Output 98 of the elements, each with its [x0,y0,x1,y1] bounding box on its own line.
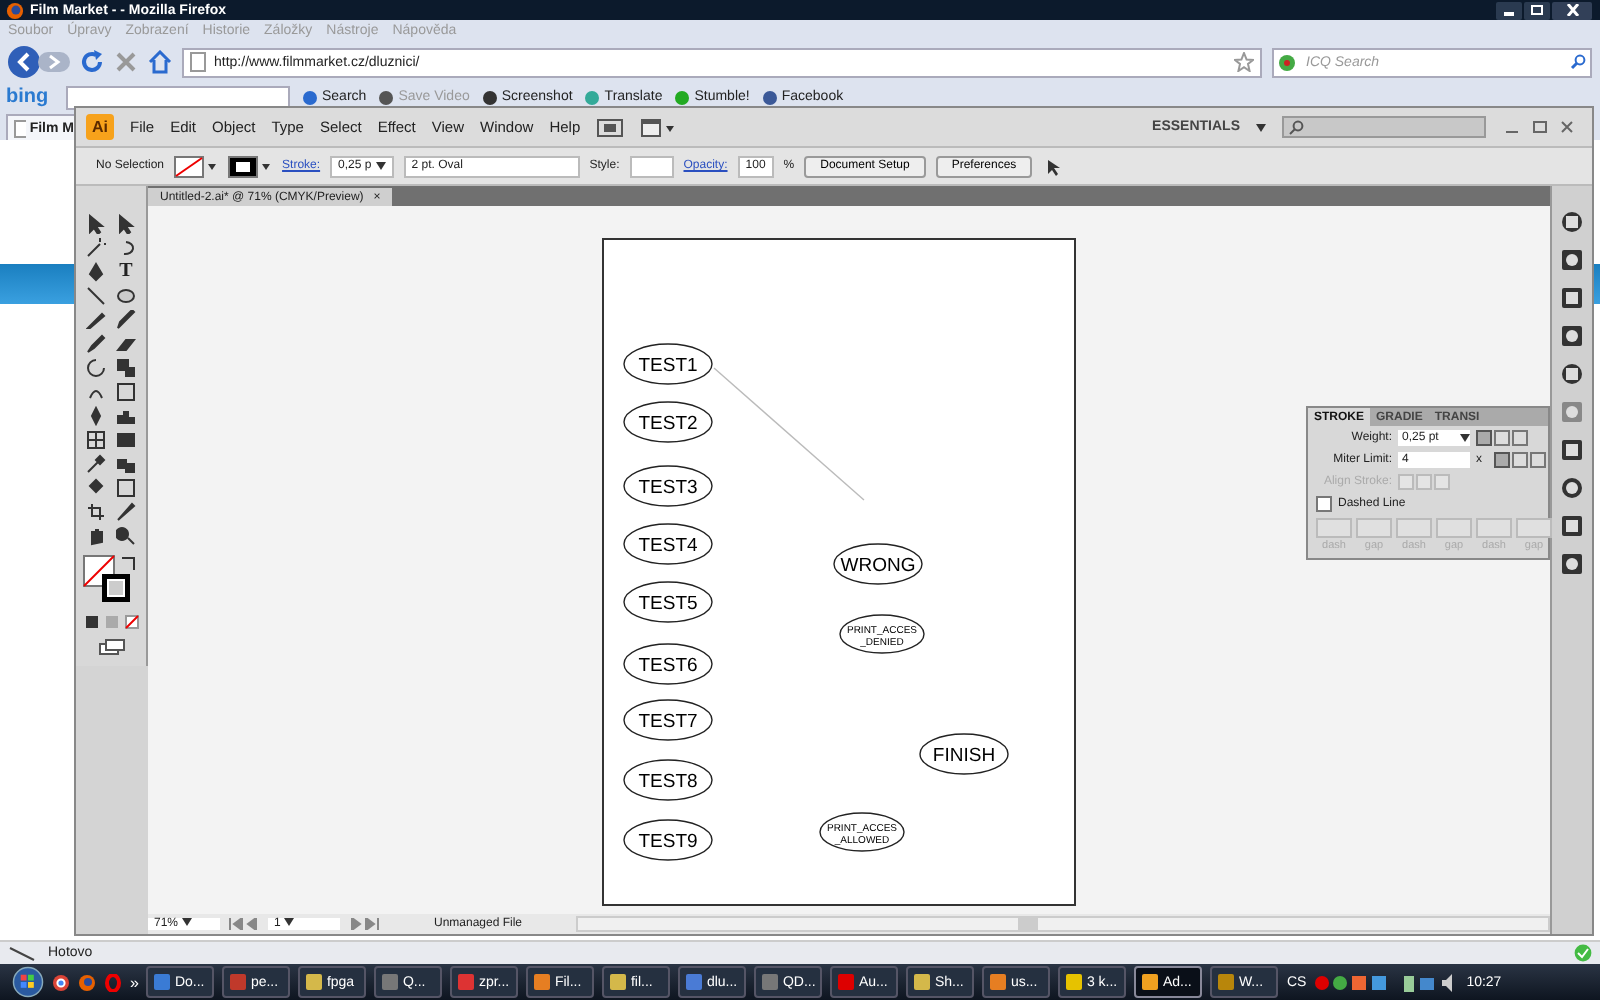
app-icon [990,974,1007,990]
firefox-icon [6,1,24,19]
dash-field[interactable] [1476,518,1512,538]
caret-icon[interactable] [178,918,193,926]
line-icon[interactable] [86,286,106,306]
fill-stroke-swatches[interactable] [81,554,141,606]
diagram-node: TEST3 [623,465,713,507]
illustrator-logo: Ai [86,114,114,140]
app-icon [838,974,855,990]
rotate-icon[interactable] [86,358,106,378]
search-field[interactable] [1282,116,1486,138]
screen-mode-icon[interactable] [97,638,125,656]
pen-icon[interactable] [86,262,106,282]
video-icon [378,89,395,105]
magnifier-icon[interactable] [116,526,136,546]
dash-field[interactable] [1316,518,1352,538]
search-icon [302,89,318,105]
eraser-icon[interactable] [116,334,136,354]
diagram-node: TEST1 [623,343,713,385]
minimize-button[interactable] [1496,1,1522,19]
search-field[interactable] [66,85,290,109]
dash-field[interactable] [1516,518,1552,538]
app-icon [382,974,399,990]
diagram-node: TEST8 [623,759,713,801]
app-icon [306,974,323,990]
blob-brush-icon[interactable] [86,334,106,354]
diagram-node: WRONG [833,543,923,585]
color-mode-icons[interactable] [83,614,139,630]
caret-icon[interactable] [280,918,295,926]
check-icon [1574,944,1592,962]
camera-icon [481,89,498,105]
app-icon [534,974,551,990]
arrow-icon[interactable] [86,214,106,234]
home-icon[interactable] [148,50,172,74]
eyedropper-icon[interactable] [86,454,106,474]
opera-icon[interactable] [104,973,122,991]
facebook-icon [761,89,778,105]
close-icon [1565,4,1579,16]
bridge-icon[interactable] [596,117,625,137]
crop-icon[interactable] [86,502,106,522]
app-icon [230,974,247,990]
pencil-icon[interactable] [116,310,136,330]
start-button[interactable] [12,966,44,998]
dash-field[interactable] [1436,518,1472,538]
fill-swatch[interactable] [174,155,219,177]
join-buttons[interactable] [1494,451,1546,467]
reload-icon[interactable] [80,50,104,74]
diagram-node: FINISH [919,733,1009,775]
search-icon [1288,119,1304,135]
restore-button[interactable] [1524,1,1550,19]
app-icon [1142,974,1159,990]
dash-field[interactable] [1356,518,1392,538]
horizontal-scrollbar[interactable] [576,916,1550,932]
diagram-node: TEST7 [623,699,713,741]
diagram-node: TEST2 [623,401,713,443]
app-icon [914,974,931,990]
flower-icon [1278,53,1296,71]
diagram-node: TEST5 [623,581,713,623]
app-icon [610,974,627,990]
star-icon[interactable] [1234,52,1254,72]
page-icon [190,52,206,72]
back-button[interactable] [8,46,40,78]
app-icon [686,974,703,990]
resize-icon [8,945,36,961]
translate-icon [584,89,601,105]
app-icon [1066,974,1083,990]
app-icon [762,974,779,990]
type-tool[interactable]: T [119,262,133,282]
knife-icon[interactable] [116,502,136,522]
stumble-icon [674,89,691,105]
search-icon[interactable] [1570,54,1586,70]
close-button[interactable] [1552,1,1592,19]
chrome-icon[interactable] [52,973,70,991]
diagram-node: TEST6 [623,643,713,685]
caret-icon[interactable] [1256,123,1266,131]
diagram-node: TEST9 [623,819,713,861]
ellipse-icon[interactable] [116,286,136,306]
firefox-icon[interactable] [78,973,96,991]
bing-logo: bing [6,86,51,108]
restore-icon [1530,4,1544,16]
caret-icon[interactable] [1456,433,1470,441]
wand-icon[interactable] [86,238,106,258]
overflow-button[interactable]: » [130,973,139,991]
dashed-checkbox[interactable] [1316,495,1332,511]
stroke-swatch[interactable] [228,155,273,177]
caret-icon[interactable] [371,162,386,170]
mesh-icon[interactable] [86,430,106,450]
app-icon [458,974,475,990]
app-icon [154,974,171,990]
hollow-arrow-icon[interactable] [116,214,136,234]
align-buttons [1398,473,1450,489]
cap-buttons[interactable] [1476,429,1528,445]
dash-field[interactable] [1396,518,1432,538]
previous-page-icons[interactable] [228,918,260,930]
next-page-icons[interactable] [348,918,380,930]
diagram-node: TEST4 [623,523,713,565]
app-icon [1218,974,1235,990]
arrange-icon[interactable] [640,117,677,137]
